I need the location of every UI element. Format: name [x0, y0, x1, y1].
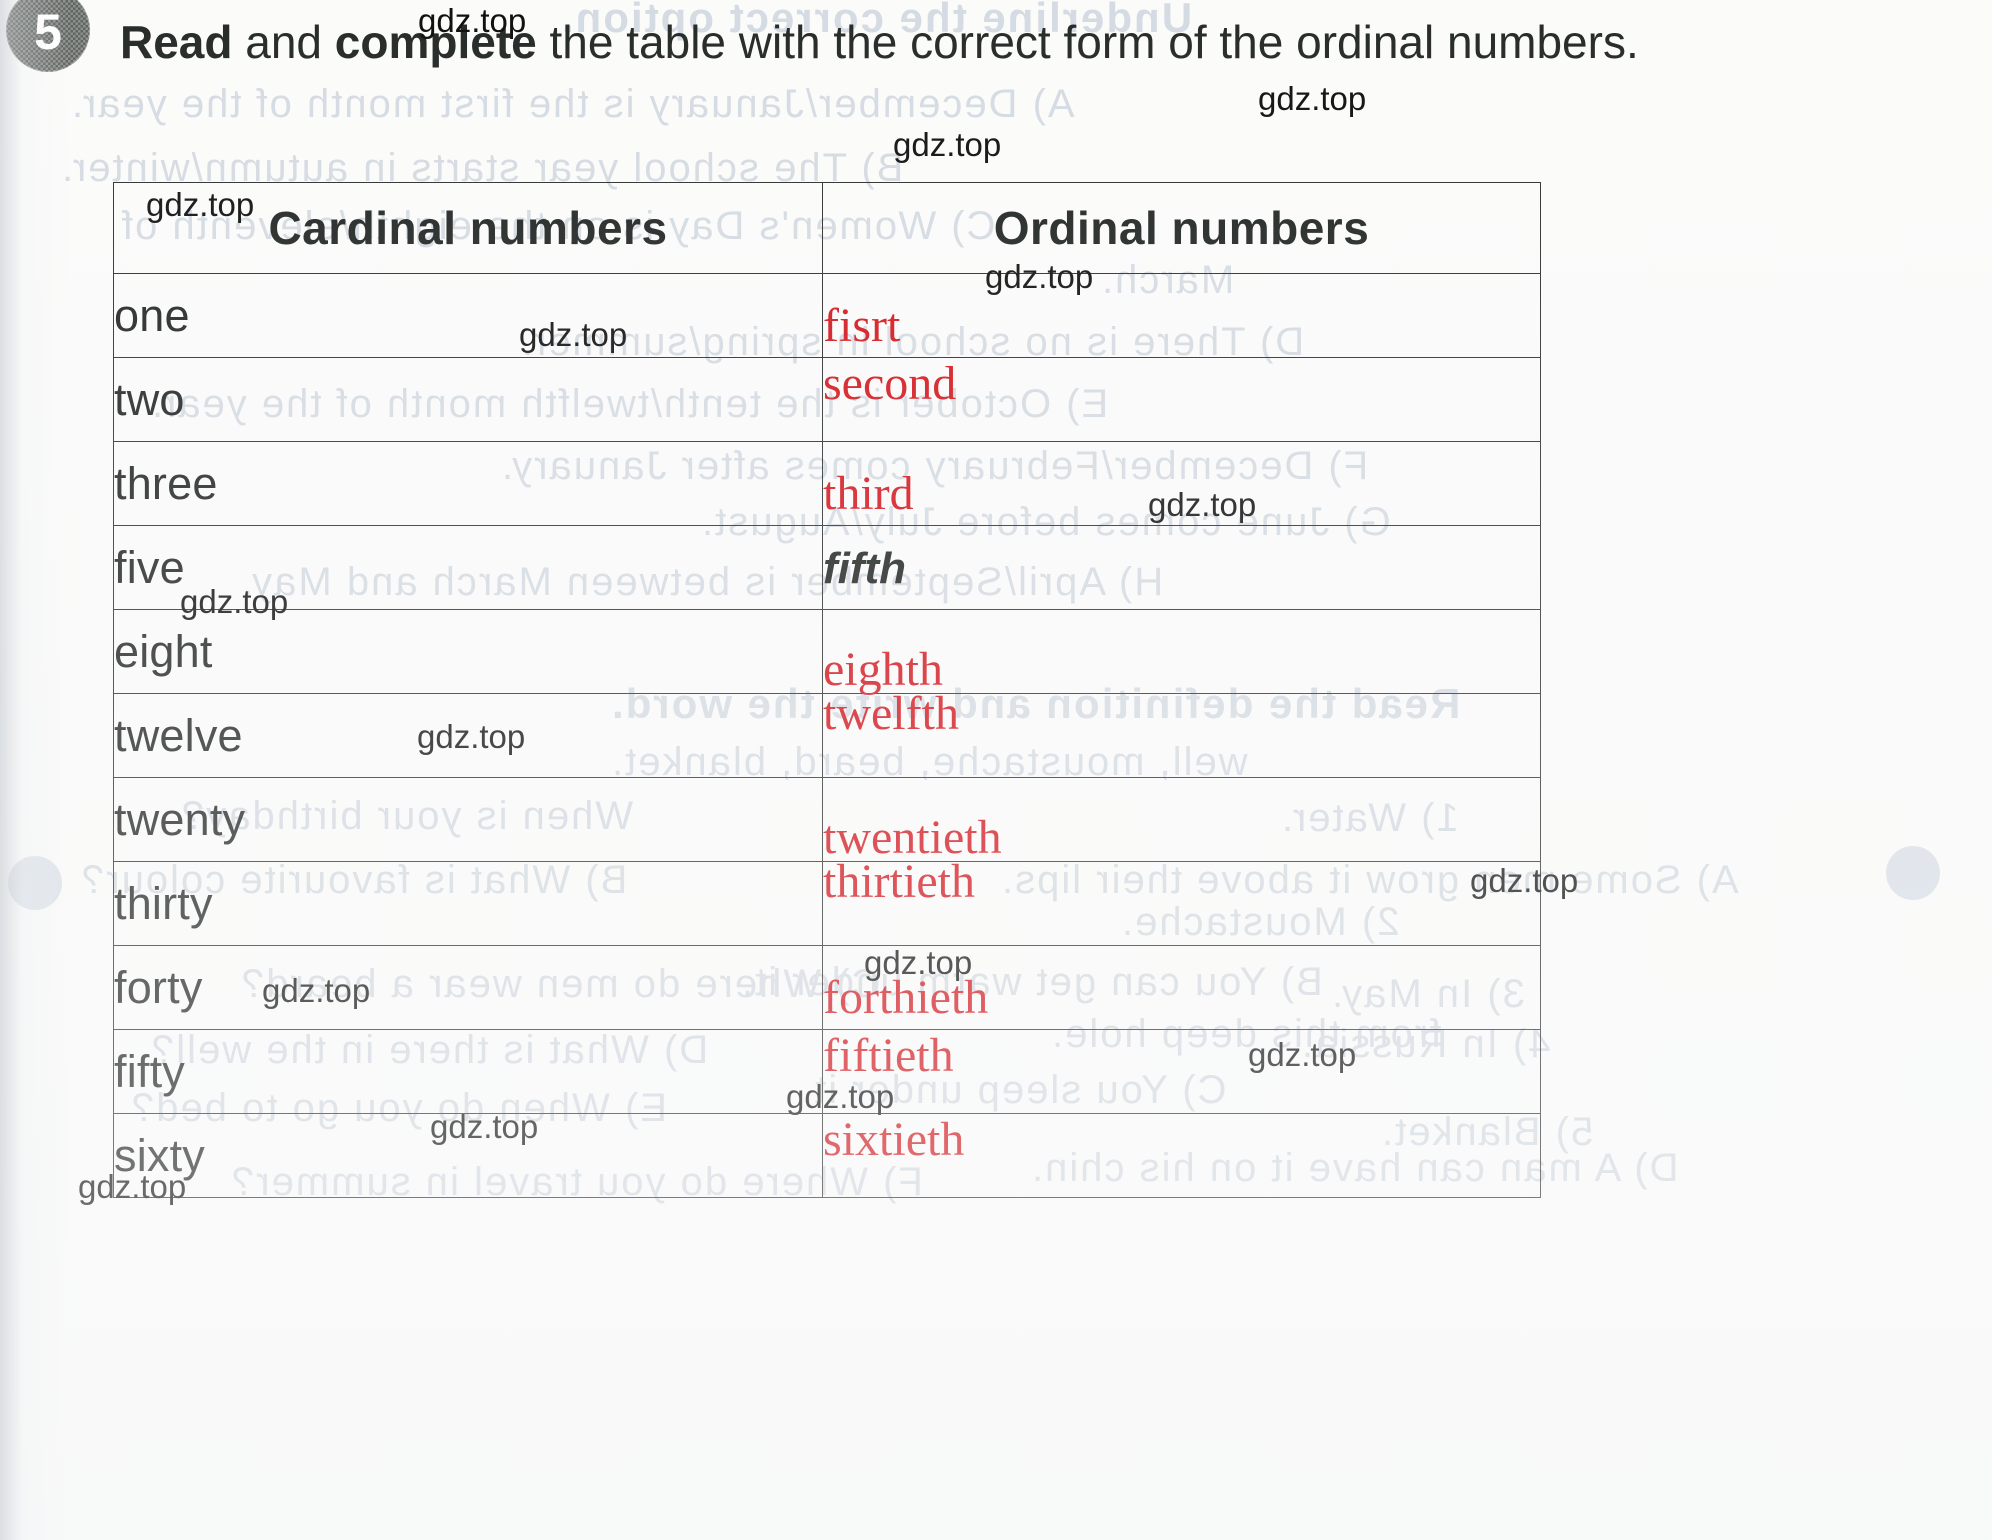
ordinal-answer-cell[interactable]: twentieth: [822, 777, 1541, 864]
exercise-number-badge: 5: [6, 0, 90, 72]
watermark: gdz.top: [893, 126, 1002, 163]
ordinal-written-answer: fisrt: [823, 299, 901, 352]
ordinal-written-answer: forthieth: [823, 971, 989, 1024]
ordinal-written-answer: third: [823, 467, 914, 520]
table-row: sixty sixtieth: [113, 1113, 1541, 1198]
ordinal-answer-cell[interactable]: second: [822, 357, 1541, 442]
ordinal-answer-cell[interactable]: twelfth: [822, 687, 1541, 778]
table-row: five fifth: [113, 525, 1541, 610]
ordinal-written-answer: sixtieth: [823, 1113, 965, 1166]
cardinal-cell: three: [113, 441, 823, 526]
cardinal-cell: eight: [113, 609, 823, 694]
prompt-run-2: complete: [334, 16, 537, 68]
exercise-prompt: Read and complete the table with the cor…: [120, 14, 1680, 70]
cardinal-cell: forty: [113, 945, 823, 1030]
cardinal-cell: fifty: [113, 1029, 823, 1114]
table-row: three third: [113, 441, 1541, 526]
ordinal-answer-cell[interactable]: forthieth: [822, 945, 1541, 1030]
table-row: eight eighth: [113, 609, 1541, 696]
ordinal-written-answer: thirtieth: [823, 855, 975, 908]
cardinal-cell: thirty: [113, 861, 823, 946]
ordinal-answer-cell[interactable]: fifth: [822, 525, 1541, 610]
ordinal-answer-cell[interactable]: fisrt: [822, 273, 1541, 358]
table-row: forty forthieth: [113, 945, 1541, 1030]
ordinal-answer-cell[interactable]: fiftieth: [822, 1029, 1541, 1114]
table-row: one fisrt: [113, 273, 1541, 358]
ordinal-sample-answer: fifth: [823, 544, 907, 593]
ordinal-answer-cell[interactable]: thirtieth: [822, 855, 1541, 946]
numbers-table: Cardinal numbers Ordinal numbers one fisr…: [113, 182, 1541, 1198]
bleed-badge-icon: [1886, 846, 1940, 900]
bleed-through-text: A) December/January is the first month o…: [70, 82, 1075, 126]
cardinal-cell: two: [113, 357, 823, 442]
prompt-run-3: the table with the correct form of the o…: [536, 16, 1639, 68]
cardinal-cell: twelve: [113, 693, 823, 778]
ordinal-written-answer: fiftieth: [823, 1029, 954, 1082]
ordinal-written-answer: second: [823, 357, 957, 410]
table-body: one fisrt two second three third five fifth eigh…: [113, 273, 1541, 1198]
table-row: twenty twentieth: [113, 777, 1541, 864]
prompt-run-0: Read: [120, 16, 233, 68]
cardinal-cell: one: [113, 273, 823, 358]
table-row: thirty thirtieth: [113, 855, 1541, 946]
table-row: two second: [113, 357, 1541, 442]
watermark: gdz.top: [1258, 80, 1367, 117]
exercise-number-text: 5: [34, 4, 62, 60]
ordinal-answer-cell[interactable]: sixtieth: [822, 1113, 1541, 1198]
ordinal-answer-cell[interactable]: third: [822, 441, 1541, 526]
cardinal-cell: twenty: [113, 777, 823, 862]
cardinal-cell: sixty: [113, 1113, 823, 1198]
table-header-row: Cardinal numbers Ordinal numbers: [113, 182, 1541, 274]
table-row: twelve twelfth: [113, 687, 1541, 778]
table-row: fifty fiftieth: [113, 1029, 1541, 1114]
prompt-run-1: and: [232, 16, 335, 68]
column-header-cardinal: Cardinal numbers: [113, 182, 823, 274]
ordinal-written-answer: twelfth: [823, 687, 959, 740]
bleed-badge-icon: [8, 856, 62, 910]
worksheet-page: Underline the correct option. A) December…: [0, 0, 1992, 1540]
cardinal-cell: five: [113, 525, 823, 610]
column-header-ordinal: Ordinal numbers: [822, 182, 1541, 274]
ordinal-answer-cell[interactable]: eighth: [822, 609, 1541, 696]
